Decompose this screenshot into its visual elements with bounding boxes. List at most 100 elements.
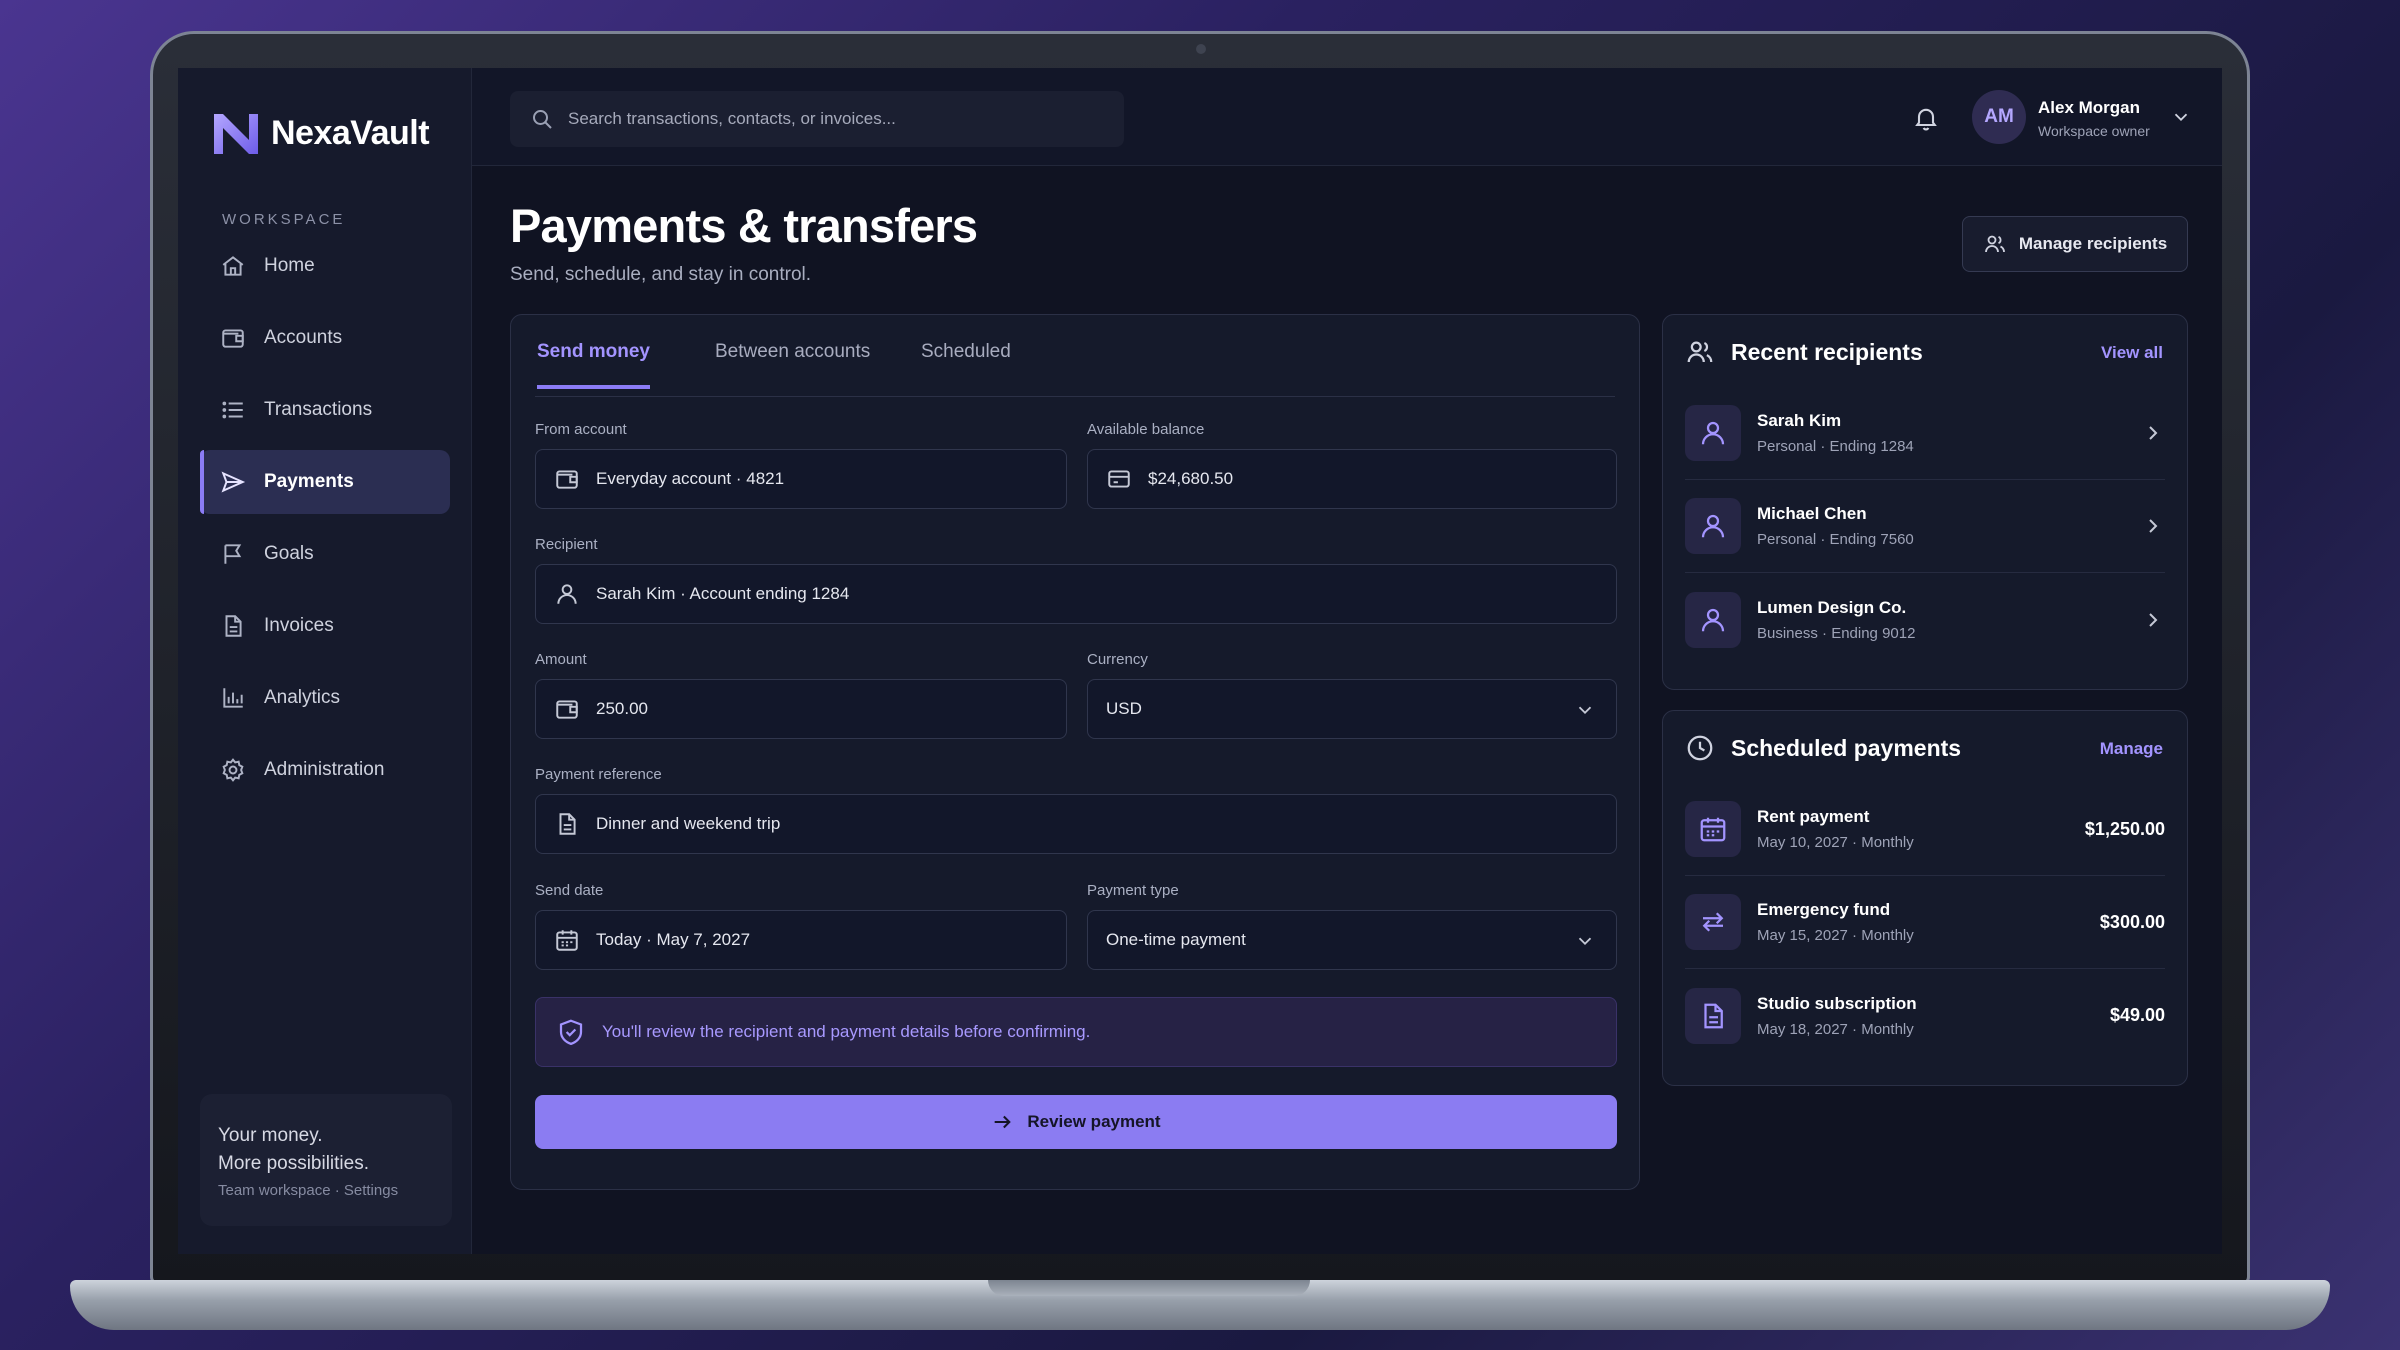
sidebar-item-label: Administration [264, 759, 385, 780]
calendar-icon [1700, 817, 1726, 842]
recipient-row[interactable]: Michael Chen Personal · Ending 7560 [1685, 480, 2165, 573]
bell-icon[interactable] [1912, 104, 1940, 132]
recipient-row[interactable]: Sarah Kim Personal · Ending 1284 [1685, 387, 2165, 480]
workspace-promo-card[interactable]: Your money. More possibilities. Team wor… [200, 1094, 452, 1226]
recipient-field[interactable]: Sarah Kim · Account ending 1284 [535, 564, 1617, 624]
document-icon [1704, 1003, 1723, 1028]
recipient-sub: Personal · Ending 1284 [1757, 438, 1914, 455]
logo-mark-icon [214, 114, 258, 154]
from-account-field[interactable]: Everyday account · 4821 [535, 449, 1067, 509]
shield-check-icon [559, 1019, 583, 1046]
chevron-down-icon[interactable] [2170, 106, 2192, 128]
scheduled-payment-sub: May 10, 2027 · Monthly [1757, 834, 1914, 851]
brand-logo[interactable]: NexaVault [211, 110, 430, 156]
send-icon [221, 471, 246, 493]
scheduled-payment-text: Rent payment May 10, 2027 · Monthly [1757, 807, 2085, 851]
card-icon [1108, 470, 1130, 488]
scheduled-payment-sub: May 18, 2027 · Monthly [1757, 1020, 1914, 1038]
sidebar-nav: Home Accounts Transactions Payments Goal… [200, 234, 450, 810]
laptop-notch [988, 1280, 1310, 1296]
recent-recipients-title: Recent recipients [1731, 338, 1923, 365]
payment-type-select[interactable]: One-time payment [1087, 910, 1617, 970]
currency-select[interactable]: USD [1087, 679, 1617, 739]
sidebar-item-payments[interactable]: Payments [200, 450, 450, 514]
scheduled-payment-name: Rent payment [1757, 807, 1870, 826]
manage-link[interactable]: Manage [2100, 739, 2163, 759]
repeat-icon [1702, 912, 1724, 932]
sidebar-item-label: Goals [264, 543, 314, 564]
clock-icon [1687, 735, 1713, 761]
available-balance-label: Available balance [1087, 421, 1205, 438]
list-icon [222, 401, 243, 419]
sidebar-item-invoices[interactable]: Invoices [200, 594, 450, 658]
amount-value: 250.00 [596, 699, 648, 718]
avatar[interactable]: AM [1972, 90, 2026, 144]
scheduled-payment-row[interactable]: Rent payment May 10, 2027 · Monthly $1,2… [1685, 783, 2165, 876]
payment-type-label: Payment type [1087, 882, 1179, 899]
sidebar-item-home[interactable]: Home [200, 234, 450, 298]
tab-send-money[interactable]: Send money [537, 341, 650, 389]
page-subtitle: Send, schedule, and stay in control. [510, 264, 812, 285]
manage-recipients-button[interactable]: Manage recipients [1962, 216, 2188, 272]
users-icon [1984, 235, 2005, 253]
tab-scheduled[interactable]: Scheduled [921, 341, 1011, 389]
sidebar-item-administration[interactable]: Administration [200, 738, 450, 802]
arrow-right-icon [995, 1115, 1012, 1129]
app-screen: NexaVault WORKSPACE Home Accounts Transa… [178, 68, 2222, 1254]
sidebar-item-analytics[interactable]: Analytics [200, 666, 450, 730]
view-all-link[interactable]: View all [2101, 343, 2163, 363]
payment-reference-field[interactable]: Dinner and weekend trip [535, 794, 1617, 854]
scheduled-payment-row[interactable]: Emergency fund May 15, 2027 · Monthly $3… [1685, 876, 2165, 969]
recipient-name: Sarah Kim [1757, 411, 1842, 430]
amount-field[interactable]: 250.00 [535, 679, 1067, 739]
scheduled-payment-icon [1685, 801, 1741, 857]
sidebar-item-goals[interactable]: Goals [200, 522, 450, 586]
manage-recipients-label: Manage recipients [2018, 234, 2168, 253]
review-notice-text: You'll review the recipient and payment … [602, 1022, 1091, 1041]
user-info[interactable]: Alex Morgan Workspace owner [2038, 98, 2150, 139]
scheduled-payment-amount: $49.00 [2109, 1005, 2165, 1025]
review-payment-button[interactable]: Review payment [535, 1095, 1617, 1149]
gear-icon [222, 758, 244, 782]
sidebar-item-label: Invoices [264, 615, 334, 636]
sidebar-item-label: Home [264, 255, 315, 276]
recipient-avatar [1685, 498, 1741, 554]
scheduled-payment-name: Studio subscription [1757, 993, 1917, 1013]
send-date-field[interactable]: Today · May 7, 2027 [535, 910, 1067, 970]
workspace-section-label: WORKSPACE [222, 211, 346, 228]
scheduled-payment-name: Emergency fund [1757, 900, 1891, 919]
recipient-sub: Business · Ending 9012 [1757, 624, 1916, 642]
bar-chart-icon [223, 688, 243, 708]
tab-between-accounts[interactable]: Between accounts [715, 341, 870, 389]
recipient-name: Michael Chen [1757, 504, 1867, 523]
available-balance-value: $24,680.50 [1148, 469, 1234, 488]
user-name: Alex Morgan [2038, 98, 2141, 117]
recipient-row[interactable]: Lumen Design Co. Business · Ending 9012 [1685, 573, 2165, 666]
scheduled-payment-icon [1685, 987, 1741, 1044]
recipient-label: Recipient [535, 536, 598, 553]
from-account-label: From account [535, 421, 627, 438]
from-account-value: Everyday account · 4821 [596, 469, 785, 488]
review-payment-label: Review payment [1027, 1112, 1161, 1131]
wallet-icon [222, 329, 244, 348]
chevron-right-icon [2149, 612, 2158, 627]
page-title: Payments & transfers [510, 199, 978, 252]
search-input[interactable] [568, 109, 1088, 129]
scheduled-payment-icon [1685, 894, 1741, 950]
recipient-text: Sarah Kim Personal · Ending 1284 [1757, 411, 2141, 455]
search-box[interactable] [510, 91, 1124, 147]
sidebar-item-label: Transactions [264, 399, 373, 420]
chevron-right-icon [2149, 426, 2158, 440]
payment-type-value: One-time payment [1106, 930, 1246, 949]
home-icon [222, 256, 244, 276]
user-role: Workspace owner [2038, 123, 2150, 139]
wallet-icon [556, 700, 578, 719]
review-notice: You'll review the recipient and payment … [535, 997, 1617, 1067]
sidebar-item-label: Payments [264, 471, 354, 492]
sidebar-item-transactions[interactable]: Transactions [200, 378, 450, 442]
available-balance-field: $24,680.50 [1087, 449, 1617, 509]
scheduled-payment-text: Emergency fund May 15, 2027 · Monthly [1757, 900, 2100, 944]
user-icon [1701, 608, 1725, 631]
scheduled-payment-row[interactable]: Studio subscription May 18, 2027 · Month… [1685, 969, 2165, 1062]
sidebar-item-accounts[interactable]: Accounts [200, 306, 450, 370]
